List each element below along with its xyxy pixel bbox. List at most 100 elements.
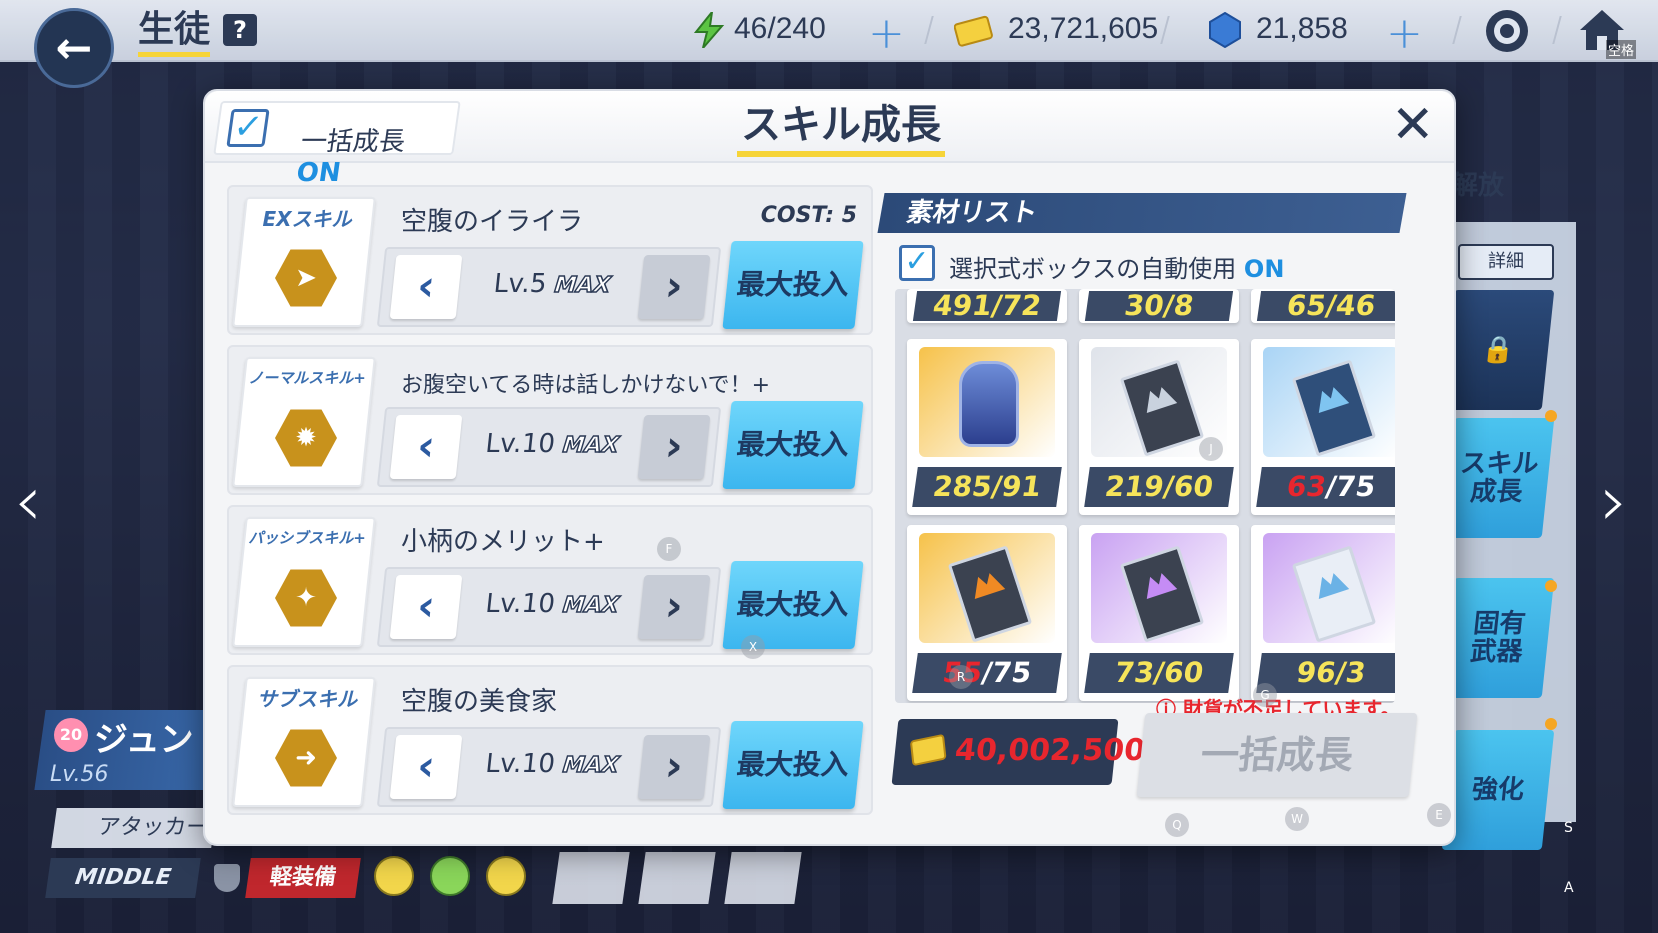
key-hint-g: G — [1253, 683, 1277, 707]
skill-cost: COST: 5 — [760, 203, 857, 228]
bulk-growth-button[interactable]: 一括成長 — [1136, 713, 1418, 797]
skill-type-label: サブスキル — [257, 687, 357, 711]
max-invest-button[interactable]: 最大投入 — [722, 241, 864, 329]
ability-unlock-button[interactable]: 🔒 — [1441, 290, 1555, 410]
notification-dot — [1545, 580, 1557, 592]
material-cell[interactable]: 491/72 — [907, 289, 1067, 323]
max-badge: MAX — [561, 752, 621, 779]
material-count: 491/72 — [912, 289, 1062, 322]
material-count: 285/91 — [912, 467, 1062, 507]
key-hint-r: R — [949, 665, 973, 689]
bulk-growth-label: 一括成長 ON — [294, 127, 408, 188]
auto-use-state: ON — [1243, 255, 1285, 283]
material-count: 55/75 — [912, 653, 1062, 693]
bulk-growth-toggle[interactable]: ✓ 一括成長 ON — [213, 101, 461, 188]
lightning-icon — [693, 12, 725, 48]
gem-icon — [1209, 12, 1241, 48]
level-selector: ‹ Lv.10 MAX › — [376, 727, 722, 807]
materials-grid[interactable]: 491/72 30/8 65/46 285/91 219/60 63/75 55… — [895, 289, 1395, 703]
key-hint-a: A — [1564, 880, 1574, 896]
close-icon[interactable]: ✕ — [1391, 97, 1435, 153]
level-decrease-button[interactable]: ‹ — [389, 255, 463, 319]
max-invest-button[interactable]: 最大投入 — [722, 721, 864, 809]
skill-type-label: EXスキル — [262, 207, 352, 231]
material-cell[interactable]: 55/75 — [907, 525, 1067, 701]
level-selector: ‹ Lv.5 MAX › — [376, 247, 722, 327]
material-count: 96/3 — [1256, 653, 1395, 693]
gem-counter: 21,858 — [1256, 12, 1348, 45]
gold-book-icon — [947, 545, 1033, 643]
purple-book-icon — [1119, 545, 1205, 643]
material-count: 219/60 — [1084, 467, 1234, 507]
back-button[interactable]: ← — [34, 8, 114, 88]
unique-weapon-button[interactable]: 固有 武器 — [1441, 578, 1555, 698]
skill-row: パッシブスキル+ ✦ 小柄のメリット+ ‹ Lv.10 MAX › 最大投入 — [227, 505, 873, 655]
material-count: 30/8 — [1084, 289, 1234, 322]
material-count: 63/75 — [1256, 467, 1395, 507]
equipment-icon[interactable] — [552, 852, 630, 904]
level-decrease-button[interactable]: ‹ — [389, 735, 463, 799]
armor-tag: 軽装備 — [245, 858, 361, 898]
max-badge: MAX — [553, 272, 613, 299]
position-tag: MIDDLE — [45, 858, 201, 898]
key-hint-q: Q — [1165, 813, 1189, 837]
auto-use-checkbox[interactable]: ✓ — [899, 245, 935, 281]
detail-button[interactable]: 詳細 — [1458, 244, 1554, 280]
cost-value: 40,002,500 — [953, 733, 1147, 768]
key-hint-e: E — [1427, 803, 1451, 827]
mood-face-icon — [486, 856, 526, 896]
material-image — [919, 533, 1055, 643]
skill-row: EXスキル ➤ 空腹のイライラ COST: 5 ‹ Lv.5 MAX › 最大投… — [227, 185, 873, 335]
skill-type-label: ノーマルスキル+ — [248, 369, 366, 387]
lock-icon: 🔒 — [1480, 335, 1516, 365]
help-button[interactable]: ? — [223, 14, 257, 46]
material-cell[interactable]: 30/8 — [1079, 289, 1239, 323]
checkmark-icon[interactable]: ✓ — [226, 107, 270, 147]
dialog-title: スキル成長 — [737, 99, 945, 157]
add-gem-button[interactable]: + — [1386, 8, 1423, 59]
level-increase-button[interactable]: › — [637, 735, 711, 799]
mood-face-icon — [374, 856, 414, 896]
blue-book-icon — [1291, 359, 1377, 457]
material-image — [1263, 533, 1395, 643]
level-decrease-button[interactable]: ‹ — [389, 575, 463, 639]
prev-student-arrow[interactable]: ‹ — [14, 460, 42, 542]
max-badge: MAX — [561, 592, 621, 619]
material-cell[interactable]: 285/91 — [907, 339, 1067, 515]
level-increase-button[interactable]: › — [637, 255, 711, 319]
material-count: 73/60 — [1084, 653, 1234, 693]
enhance-button[interactable]: 強化 — [1441, 730, 1555, 850]
level-selector: ‹ Lv.10 MAX › — [376, 407, 722, 487]
voice-icon[interactable] — [724, 852, 802, 904]
cost-box: 40,002,500 — [891, 719, 1147, 785]
material-cell[interactable]: 73/60 — [1079, 525, 1239, 701]
key-hint-f: F — [657, 537, 681, 561]
material-cell[interactable]: 63/75 — [1251, 339, 1395, 515]
material-cell[interactable]: 219/60 — [1079, 339, 1239, 515]
material-cell[interactable]: 65/46 — [1251, 289, 1395, 323]
key-hint-j: J — [1199, 437, 1223, 461]
bulk-toggle-state: ON — [294, 158, 343, 188]
key-hint-s: S — [1564, 820, 1573, 836]
material-count: 65/46 — [1256, 289, 1395, 322]
level-increase-button[interactable]: › — [637, 415, 711, 479]
level-decrease-button[interactable]: ‹ — [389, 415, 463, 479]
memo-icon[interactable] — [638, 852, 716, 904]
material-cell[interactable]: 96/3 — [1251, 525, 1395, 701]
skill-name: 小柄のメリット+ — [401, 527, 605, 557]
character-level: Lv.56 — [50, 762, 109, 787]
level-increase-button[interactable]: › — [637, 575, 711, 639]
credit-icon — [954, 15, 993, 47]
credit-counter: 23,721,605 — [1008, 12, 1159, 45]
max-invest-button[interactable]: 最大投入 — [722, 401, 864, 489]
skill-growth-side-button[interactable]: スキル 成長 — [1441, 418, 1555, 538]
add-ap-button[interactable]: + — [868, 8, 905, 59]
character-name: ジュン — [94, 720, 194, 760]
material-image — [919, 347, 1055, 457]
skill-name: 空腹の美食家 — [401, 687, 558, 717]
material-image — [1091, 533, 1227, 643]
skill-name: お腹空いてる時は話しかけないで！+ — [401, 373, 771, 398]
settings-gear-icon[interactable] — [1486, 10, 1528, 52]
next-student-arrow[interactable]: › — [1600, 460, 1628, 542]
max-invest-button[interactable]: 最大投入 — [722, 561, 864, 649]
